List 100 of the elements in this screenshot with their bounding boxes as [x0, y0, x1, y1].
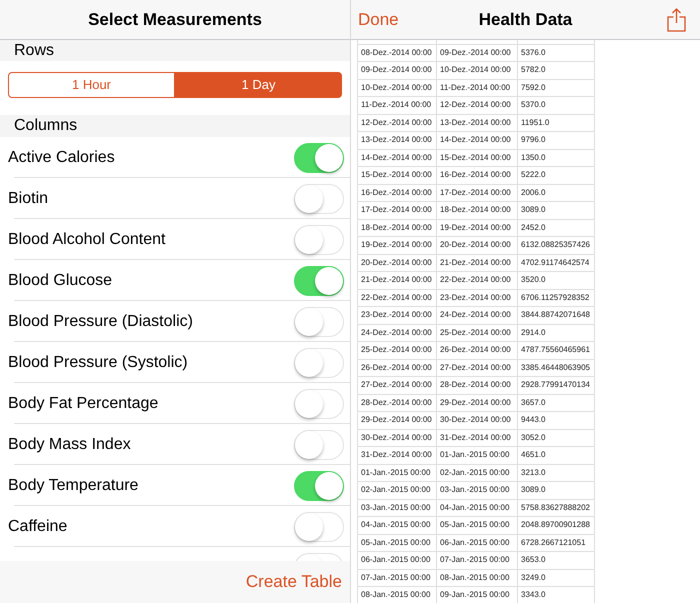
table-cell: 04-Jan.-2015 00:00: [357, 517, 437, 534]
table-cell: 18-Dez.-2014 00:00: [437, 202, 518, 220]
toggle-switch[interactable]: [294, 470, 344, 500]
measurement-label: Biotin: [8, 188, 48, 208]
table-cell: 6132.08825357426: [518, 237, 595, 254]
section-heading: Columns: [14, 118, 78, 134]
measurement-label: Body Mass Index: [8, 434, 131, 454]
table-cell: 3844.88742071648: [518, 307, 595, 324]
table-cell: 3249.0: [518, 570, 595, 587]
toggle-switch[interactable]: [294, 512, 344, 542]
table-cell: 29-Dez.-2014 00:00: [437, 394, 518, 412]
table-cell: 28-Dez.-2014 00:00: [437, 377, 518, 394]
measurement-label: Blood Glucose: [8, 270, 112, 290]
table-cell: 3213.0: [518, 464, 595, 482]
segment-option[interactable]: 1 Hour: [8, 72, 175, 98]
table-cell: 6706.11257928352: [518, 290, 595, 307]
table-cell: 29-Dez.-2014 00:00: [357, 412, 437, 430]
toggle-switch[interactable]: [294, 266, 344, 296]
table-cell: 02-Jan.-2015 00:00: [357, 482, 437, 500]
table-cell: 2452.0: [518, 220, 595, 237]
table-cell: 26-Dez.-2014 00:00: [437, 342, 518, 360]
table-cell: 4787.75560465961: [518, 342, 595, 360]
table-cell: 9443.0: [518, 412, 595, 430]
toggle-switch[interactable]: [294, 430, 344, 460]
table-cell: 3520.0: [518, 272, 595, 290]
table-cell: 4702.91174642574: [518, 254, 595, 272]
table-cell: 11-Dez.-2014 00:00: [437, 80, 518, 97]
table-cell: 30-Dez.-2014 00:00: [437, 412, 518, 430]
toggle-switch[interactable]: [294, 348, 344, 378]
table-cell: 4651.0: [518, 447, 595, 464]
toggle-switch[interactable]: [294, 224, 344, 254]
create-table-button[interactable]: Create Table: [246, 569, 342, 595]
share-icon[interactable]: [667, 8, 686, 32]
panel-title: Health Data: [478, 8, 572, 31]
table-cell: 28-Dez.-2014 00:00: [357, 394, 437, 412]
segment-option[interactable]: 1 Day: [175, 72, 342, 98]
table-cell: 04-Jan.-2015 00:00: [437, 500, 518, 517]
measurement-label: Blood Pressure (Diastolic): [8, 312, 193, 332]
table-cell: 16-Dez.-2014 00:00: [357, 184, 437, 202]
table-cell: 3089.0: [518, 482, 595, 500]
table-cell: 5222.0: [518, 167, 595, 184]
table-cell: 14-Dez.-2014 00:00: [357, 150, 437, 167]
table-cell: 02-Jan.-2015 00:00: [437, 464, 518, 482]
toggle-switch[interactable]: [294, 388, 344, 418]
table-cell: 2048.89700901288: [518, 517, 595, 534]
table-cell: 11-Dez.-2014 00:00: [357, 97, 437, 114]
table-cell: 07-Jan.-2015 00:00: [357, 570, 437, 587]
table-cell: 06-Jan.-2015 00:00: [437, 534, 518, 552]
table-cell: 08-Dez.-2014 00:00: [357, 44, 437, 62]
table-cell: 15-Dez.-2014 00:00: [437, 150, 518, 167]
measurement-label: Blood Alcohol Content: [8, 230, 166, 250]
toggle-switch[interactable]: [294, 306, 344, 336]
table-cell: 6728.2667121051: [518, 534, 595, 552]
table-cell: 24-Dez.-2014 00:00: [357, 324, 437, 342]
table-cell: 03-Jan.-2015 00:00: [437, 482, 518, 500]
table-cell: 3052.0: [518, 430, 595, 447]
table-cell: 5376.0: [518, 44, 595, 62]
table-cell: 12-Dez.-2014 00:00: [437, 97, 518, 114]
table-cell: 17-Dez.-2014 00:00: [437, 184, 518, 202]
table-cell: 23-Dez.-2014 00:00: [357, 307, 437, 324]
table-cell: 21-Dez.-2014 00:00: [437, 254, 518, 272]
table-cell: 05-Jan.-2015 00:00: [437, 517, 518, 534]
table-cell: 22-Dez.-2014 00:00: [437, 272, 518, 290]
table-cell: 16-Dez.-2014 00:00: [437, 167, 518, 184]
table-cell: 3089.0: [518, 202, 595, 220]
table-cell: 1350.0: [518, 150, 595, 167]
table-cell: 05-Jan.-2015 00:00: [357, 534, 437, 552]
table-cell: 17-Dez.-2014 00:00: [357, 202, 437, 220]
table-cell: 01-Jan.-2015 00:00: [357, 464, 437, 482]
table-cell: 06-Jan.-2015 00:00: [357, 552, 437, 570]
table-cell: 5758.83627888202: [518, 500, 595, 517]
table-cell: 09-Jan.-2015 00:00: [437, 587, 518, 603]
table-cell: 08-Jan.-2015 00:00: [357, 587, 437, 603]
table-cell: 09-Dez.-2014 00:00: [437, 44, 518, 62]
toggle-switch[interactable]: [294, 184, 344, 214]
table-cell: 15-Dez.-2014 00:00: [357, 167, 437, 184]
measurement-label: Body Fat Percentage: [8, 394, 158, 414]
table-cell: 21-Dez.-2014 00:00: [357, 272, 437, 290]
toggle-switch[interactable]: [294, 142, 344, 172]
table-cell: 3653.0: [518, 552, 595, 570]
table-cell: 2914.0: [518, 324, 595, 342]
table-cell: 3343.0: [518, 587, 595, 603]
table-cell: 09-Dez.-2014 00:00: [357, 62, 437, 80]
table-cell: 25-Dez.-2014 00:00: [437, 324, 518, 342]
table-cell: 03-Jan.-2015 00:00: [357, 500, 437, 517]
measurement-label: Body Temperature: [8, 476, 138, 496]
table-cell: 30-Dez.-2014 00:00: [357, 430, 437, 447]
table-cell: 13-Dez.-2014 00:00: [437, 114, 518, 132]
table-cell: 9796.0: [518, 132, 595, 150]
done-button[interactable]: Done: [358, 6, 399, 32]
table-cell: 27-Dez.-2014 00:00: [437, 360, 518, 377]
table-cell: 27-Dez.-2014 00:00: [357, 377, 437, 394]
table-cell: 25-Dez.-2014 00:00: [357, 342, 437, 360]
table-cell: 14-Dez.-2014 00:00: [437, 132, 518, 150]
table-cell: 20-Dez.-2014 00:00: [437, 237, 518, 254]
table-cell: 3657.0: [518, 394, 595, 412]
table-cell: 08-Jan.-2015 00:00: [437, 570, 518, 587]
table-cell: 20-Dez.-2014 00:00: [357, 254, 437, 272]
table-cell: 07-Jan.-2015 00:00: [437, 552, 518, 570]
table-cell: 2928.77991470134: [518, 377, 595, 394]
